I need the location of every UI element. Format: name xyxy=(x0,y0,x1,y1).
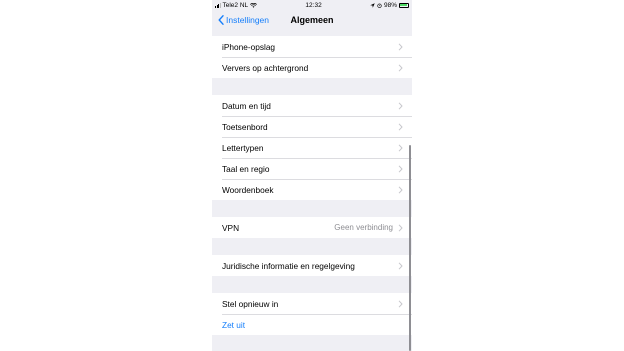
back-chevron-icon xyxy=(218,15,224,25)
row-language-region[interactable]: Taal en regio xyxy=(212,158,412,179)
row-date-time[interactable]: Datum en tijd xyxy=(212,95,412,116)
shut-down-button[interactable]: Zet uit xyxy=(212,314,412,335)
location-icon xyxy=(370,2,375,8)
chevron-right-icon xyxy=(398,101,403,110)
chevron-right-icon xyxy=(398,122,403,131)
chevron-right-icon xyxy=(398,164,403,173)
settings-group-reset: Stel opnieuw in Zet uit xyxy=(212,293,412,335)
row-fonts[interactable]: Lettertypen xyxy=(212,137,412,158)
chevron-right-icon xyxy=(398,63,403,72)
chevron-right-icon xyxy=(398,261,403,270)
status-time: 12:32 xyxy=(305,1,322,9)
vpn-status-value: Geen verbinding xyxy=(334,223,393,232)
row-label: Zet uit xyxy=(222,319,246,330)
back-button[interactable]: Instellingen xyxy=(218,10,269,30)
row-reset[interactable]: Stel opnieuw in xyxy=(212,293,412,314)
row-label: Ververs op achtergrond xyxy=(222,62,309,73)
battery-percentage: 98% xyxy=(383,1,397,9)
settings-group-vpn: VPN Geen verbinding xyxy=(212,217,412,238)
chevron-right-icon xyxy=(398,143,403,152)
settings-screen: Tele2 NL 12:32 98% Instellingen Algemeen… xyxy=(212,0,412,351)
row-legal-regulatory[interactable]: Juridische informatie en regelgeving xyxy=(212,255,412,276)
chevron-right-icon xyxy=(398,299,403,308)
row-iphone-storage[interactable]: iPhone-opslag xyxy=(212,36,412,57)
row-label: Stel opnieuw in xyxy=(222,298,279,309)
signal-icon xyxy=(215,3,221,8)
back-label: Instellingen xyxy=(226,15,270,25)
row-label: Lettertypen xyxy=(222,142,264,153)
chevron-right-icon xyxy=(398,185,403,194)
row-label: Datum en tijd xyxy=(222,100,271,111)
scroll-indicator[interactable] xyxy=(409,145,411,351)
navigation-bar: Instellingen Algemeen xyxy=(212,10,412,30)
chevron-right-icon xyxy=(398,42,403,51)
page-title: Algemeen xyxy=(290,15,334,25)
chevron-right-icon xyxy=(398,223,403,232)
row-label: VPN xyxy=(222,222,240,233)
status-bar: Tele2 NL 12:32 98% xyxy=(212,0,412,10)
row-background-refresh[interactable]: Ververs op achtergrond xyxy=(212,57,412,78)
row-label: Juridische informatie en regelgeving xyxy=(222,260,355,271)
row-label: Taal en regio xyxy=(222,163,270,174)
row-keyboard[interactable]: Toetsenbord xyxy=(212,116,412,137)
row-vpn[interactable]: VPN Geen verbinding xyxy=(212,217,412,238)
settings-group-language: Datum en tijd Toetsenbord Lettertypen Ta… xyxy=(212,95,412,200)
settings-group-storage: iPhone-opslag Ververs op achtergrond xyxy=(212,36,412,78)
row-dictionary[interactable]: Woordenboek xyxy=(212,179,412,200)
battery-icon xyxy=(398,2,409,8)
row-label: Toetsenbord xyxy=(222,121,268,132)
alarm-icon xyxy=(377,3,382,8)
row-label: iPhone-opslag xyxy=(222,41,276,52)
wifi-icon xyxy=(250,2,258,8)
settings-group-legal: Juridische informatie en regelgeving xyxy=(212,255,412,276)
row-label: Woordenboek xyxy=(222,184,274,195)
carrier-label: Tele2 NL xyxy=(222,1,249,9)
